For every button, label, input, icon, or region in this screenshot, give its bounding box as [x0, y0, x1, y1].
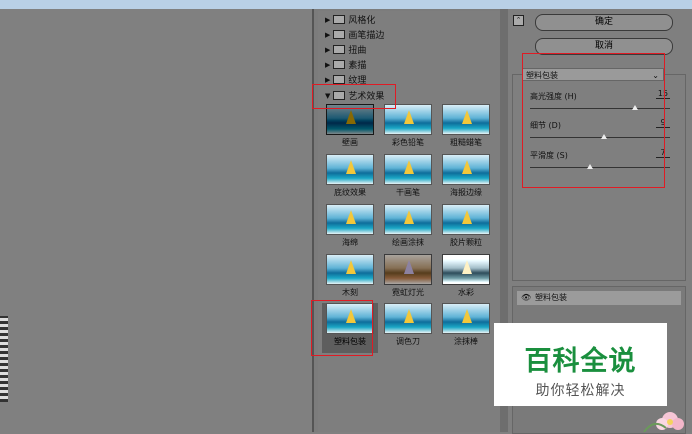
folder-icon: [333, 60, 346, 69]
filter-label: 海绵: [342, 238, 358, 247]
filter-thumbnail[interactable]: 涂抹棒: [438, 303, 494, 353]
filter-preview-image: [384, 204, 432, 235]
filter-preview-image: [326, 154, 374, 185]
filter-thumbnail[interactable]: 海绵: [322, 204, 378, 254]
filter-label: 涂抹棒: [454, 337, 478, 346]
filter-thumbnail[interactable]: 调色刀: [380, 303, 436, 353]
filter-preview-image: [442, 254, 490, 285]
watermark-subtitle: 助你轻松解决: [535, 383, 626, 399]
category-item[interactable]: ▶ 扭曲: [325, 43, 366, 56]
folder-icon: [333, 45, 346, 54]
expand-right-icon[interactable]: ▶: [325, 16, 330, 24]
filter-thumbnail[interactable]: 木刻: [322, 254, 378, 304]
filter-preview-image: [442, 204, 490, 235]
folder-icon: [333, 75, 346, 84]
watermark-title: 百科全说: [524, 346, 637, 377]
expand-right-icon[interactable]: ▶: [325, 61, 330, 69]
filter-thumbnail[interactable]: 壁画: [322, 104, 378, 154]
filter-gallery-list: ▶ 风格化 ▶ 画笔描边 ▶ 扭曲 ▶ 素描 ▶ 纹理 ▼ 艺术效果 壁画 彩色铅笔 粗糙蜡笔 底纹效果 干画笔…: [318, 11, 504, 432]
category-item[interactable]: ▶ 画笔描边: [325, 28, 384, 41]
preview-canvas[interactable]: [0, 9, 313, 432]
category-label: 素描: [348, 61, 367, 71]
filter-preview-image: [384, 303, 432, 334]
filter-preview-image: [326, 254, 374, 285]
filter-thumbnail[interactable]: 海报边缘: [438, 154, 494, 204]
filter-label: 木刻: [342, 288, 358, 297]
filter-preview-image: [442, 104, 490, 135]
filter-label: 干画笔: [396, 188, 420, 197]
filter-label: 调色刀: [396, 337, 420, 346]
effect-layer-label: 塑料包装: [535, 293, 567, 302]
filter-preview-image: [384, 254, 432, 285]
watermark-logo: 百科全说 助你轻松解决: [494, 323, 667, 406]
filter-preview-image: [326, 204, 374, 235]
filter-thumbnail[interactable]: 粗糙蜡笔: [438, 104, 494, 154]
filter-preview-image: [384, 154, 432, 185]
filter-label: 绘画涂抹: [392, 238, 424, 247]
highlight-filter-box: [311, 300, 373, 356]
expand-right-icon[interactable]: ▶: [325, 76, 330, 84]
filter-gallery-panel: ▶ 风格化 ▶ 画笔描边 ▶ 扭曲 ▶ 素描 ▶ 纹理 ▼ 艺术效果 壁画 彩色铅笔 粗糙蜡笔 底纹效果 干画笔…: [314, 9, 509, 432]
category-label: 扭曲: [348, 46, 367, 56]
category-label: 风格化: [348, 16, 376, 26]
filter-thumbnail[interactable]: 水彩: [438, 254, 494, 304]
filter-label: 胶片颗粒: [450, 238, 482, 247]
highlight-category-box: [312, 84, 396, 109]
flower-decoration: [643, 412, 684, 432]
effect-layer-row[interactable]: 👁 塑料包装: [517, 291, 681, 305]
collapse-gallery-icon[interactable]: ⌃: [513, 15, 524, 26]
filter-thumbnail[interactable]: 绘画涂抹: [380, 204, 436, 254]
filter-preview-image: [442, 303, 490, 334]
filter-preview-image: [442, 154, 490, 185]
ok-button[interactable]: 确定: [535, 14, 673, 31]
category-item[interactable]: ▶ 素描: [325, 58, 366, 71]
category-label: 画笔描边: [348, 31, 385, 41]
filter-label: 霓虹灯光: [392, 288, 424, 297]
filter-thumbnail[interactable]: 干画笔: [380, 154, 436, 204]
eye-icon[interactable]: 👁: [521, 291, 531, 305]
expand-right-icon[interactable]: ▶: [325, 46, 330, 54]
filter-label: 粗糙蜡笔: [450, 138, 482, 147]
window-top-bar: [0, 0, 692, 9]
expand-right-icon[interactable]: ▶: [325, 31, 330, 39]
preview-image-edge: [0, 316, 8, 402]
filter-label: 彩色铅笔: [392, 138, 424, 147]
category-item[interactable]: ▶ 风格化: [325, 13, 375, 26]
highlight-sliders-box: [522, 53, 665, 188]
filter-thumbnail[interactable]: 霓虹灯光: [380, 254, 436, 304]
filter-thumbnail[interactable]: 彩色铅笔: [380, 104, 436, 154]
folder-icon: [333, 30, 346, 39]
filter-label: 水彩: [458, 288, 474, 297]
filter-thumbnail[interactable]: 底纹效果: [322, 154, 378, 204]
filter-thumbnail[interactable]: 胶片颗粒: [438, 204, 494, 254]
filter-label: 底纹效果: [334, 188, 366, 197]
folder-icon: [333, 15, 346, 24]
filter-label: 壁画: [342, 138, 358, 147]
filter-label: 海报边缘: [450, 188, 482, 197]
